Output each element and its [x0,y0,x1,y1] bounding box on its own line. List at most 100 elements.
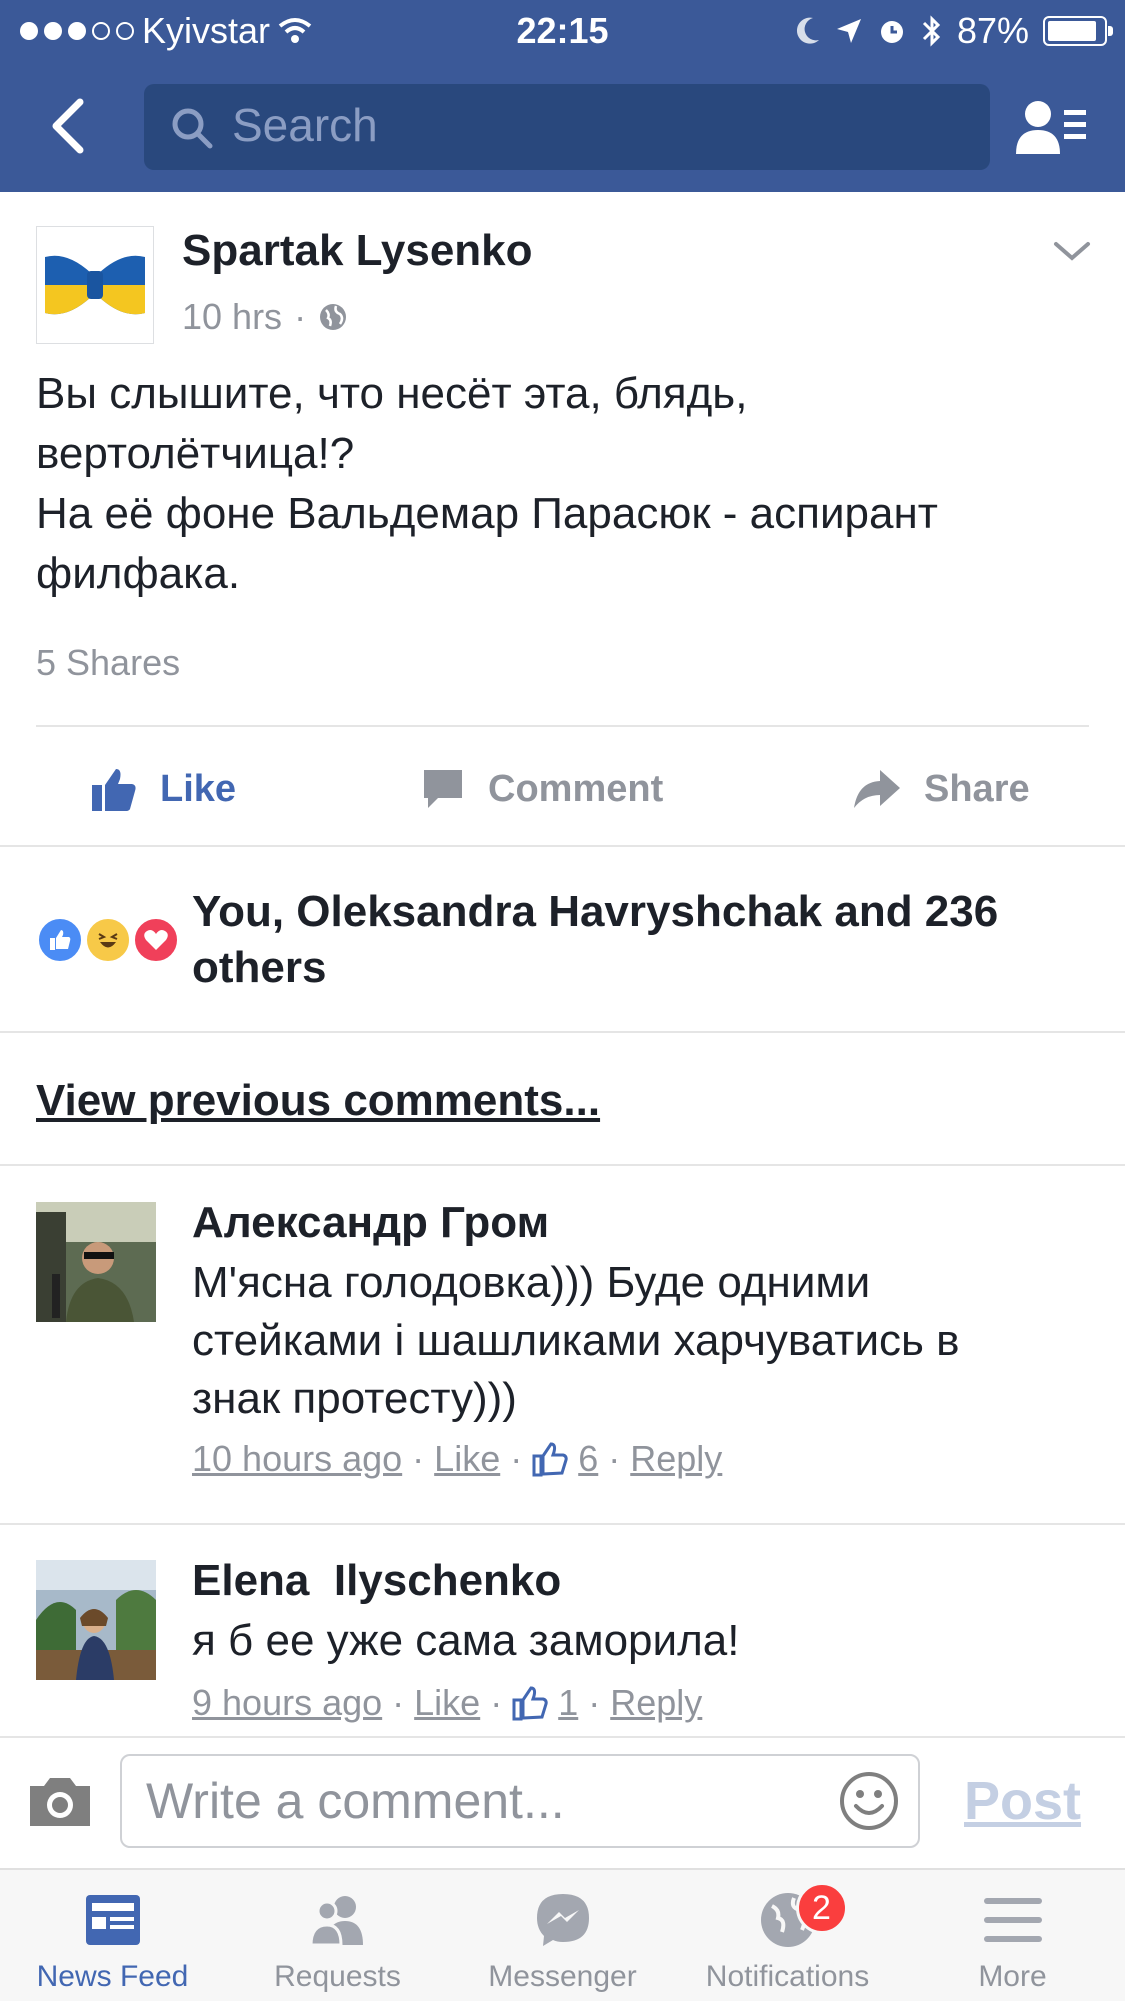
post-body: Вы слышите, что несёт эта, блядь, вертол… [36,364,1086,604]
comment-text: М'ясна голодовка))) Буде одними стейками… [192,1254,1092,1428]
small-thumbs-up-icon [532,1442,568,1477]
likers-summary[interactable]: You, Oleksandra Havryshchak and 236 othe… [192,884,1092,996]
comment-composer: Write a comment... Post [0,1736,1125,1868]
news-feed-icon [85,1895,140,1945]
divider [0,1523,1125,1525]
comment-text-line: я б ее уже сама заморила! [192,1616,740,1665]
top-bar: Kyivstar 22:15 87% Search [0,0,1125,192]
author-avatar[interactable] [36,226,154,344]
commenter-avatar[interactable] [36,1202,156,1322]
comment-like-link[interactable]: Like [434,1438,500,1480]
tab-bar: News Feed Requests Messenger 2 Notificat… [0,1868,1125,2001]
globe-icon [320,304,347,330]
notification-badge: 2 [795,1882,848,1934]
small-thumbs-up-icon [512,1686,548,1721]
requests-icon [308,1896,363,1947]
comment-like-count[interactable]: 6 [578,1438,598,1480]
post-actions: Like Comment Share [0,730,1125,848]
meta-separator: · [588,1682,601,1723]
divider [36,725,1089,727]
alarm-icon [880,21,903,43]
tab-messenger[interactable]: Messenger [450,1870,675,2003]
meta-separator: · [490,1682,503,1723]
share-arrow-icon [854,770,900,808]
comment-like-count[interactable]: 1 [558,1682,578,1724]
meta-separator: · [608,1438,621,1479]
emoji-icon[interactable] [838,1770,900,1832]
thumbs-up-icon [92,769,136,811]
haha-reaction-icon [84,916,132,964]
moon-icon [796,17,819,44]
reaction-icons[interactable] [36,916,186,966]
comment-icon [424,770,462,808]
bluetooth-icon [922,15,941,47]
divider [0,845,1125,847]
post-author-name[interactable]: Spartak Lysenko [182,226,533,276]
shares-count[interactable]: 5 Shares [36,642,180,684]
divider [0,1736,1125,1738]
more-icon [983,1898,1042,1942]
comment-input[interactable]: Write a comment... [120,1754,920,1848]
comment-text-line: знак протесту))) [192,1374,517,1423]
tab-more[interactable]: More [900,1870,1125,2003]
comment-label: Comment [488,767,664,810]
battery-icon [1043,16,1113,46]
tab-label: More [978,1960,1047,1993]
post-time[interactable]: 10 hrs [182,296,282,338]
share-button[interactable]: Share [852,730,1030,848]
commenter-avatar[interactable] [36,1560,156,1680]
divider [0,1164,1125,1166]
comment-button[interactable]: Comment [420,730,663,848]
camera-icon[interactable] [26,1774,94,1830]
love-reaction-icon [132,916,180,964]
like-label: Like [160,767,237,810]
tab-label: News Feed [36,1960,189,1993]
comment-time[interactable]: 10 hours ago [192,1438,402,1480]
location-arrow-icon [836,19,861,43]
post-text-line: Вы слышите, что несёт эта, блядь, [36,369,748,418]
meta-separator: · [412,1438,425,1479]
comment-text: я б ее уже сама заморила! [192,1612,1092,1670]
comment-text-line: стейками і шашликами харчуватись в [192,1316,960,1365]
tab-requests[interactable]: Requests [225,1870,450,2003]
meta-separator: · [510,1438,523,1479]
commenter-name[interactable]: Elena Ilyschenko [192,1556,561,1606]
comment-text-line: М'ясна голодовка))) Буде одними [192,1258,871,1307]
comment-time[interactable]: 9 hours ago [192,1682,382,1724]
view-previous-comments-link[interactable]: View previous comments... [36,1076,600,1126]
battery-percent: 87% [956,10,1029,51]
post-comment-button[interactable]: Post [964,1770,1081,1832]
divider [0,1031,1125,1033]
meta-separator: · [294,296,307,337]
post-meta: 10 hrs · [182,296,348,338]
meta-separator: · [392,1682,405,1723]
share-label: Share [924,767,1030,810]
search-box[interactable]: Search [144,84,990,170]
friend-list-icon[interactable] [1016,98,1088,158]
tab-label: Notifications [705,1960,870,1993]
post-text-line: На её фоне Вальдемар Парасюк - аспирант [36,489,938,538]
comment-reply-link[interactable]: Reply [610,1682,702,1724]
status-bar: Kyivstar 22:15 87% [0,0,1125,64]
commenter-photo [36,1560,156,1680]
comment-reply-link[interactable]: Reply [630,1438,722,1480]
search-icon [172,108,213,149]
like-reaction-icon [36,916,84,964]
search-placeholder: Search [232,99,378,151]
comment-like-link[interactable]: Like [414,1682,480,1724]
status-indicators: 87% [795,10,1113,52]
commenter-name[interactable]: Александр Гром [192,1198,549,1248]
like-button[interactable]: Like [90,730,236,848]
bow-tie-avatar-image [45,255,145,315]
back-arrow-icon[interactable] [42,96,102,156]
tab-notifications[interactable]: 2 Notifications [675,1870,900,2003]
comment-meta: 10 hours ago · Like · 6 · Reply [192,1438,722,1480]
tab-label: Messenger [488,1960,637,1993]
post-text-line: филфака. [36,549,241,598]
commenter-photo [36,1202,156,1322]
tab-news-feed[interactable]: News Feed [0,1870,225,2003]
comment-placeholder: Write a comment... [146,1773,565,1829]
chevron-down-icon[interactable] [1052,240,1092,264]
tab-label: Requests [274,1960,401,1993]
comment-meta: 9 hours ago · Like · 1 · Reply [192,1682,702,1724]
